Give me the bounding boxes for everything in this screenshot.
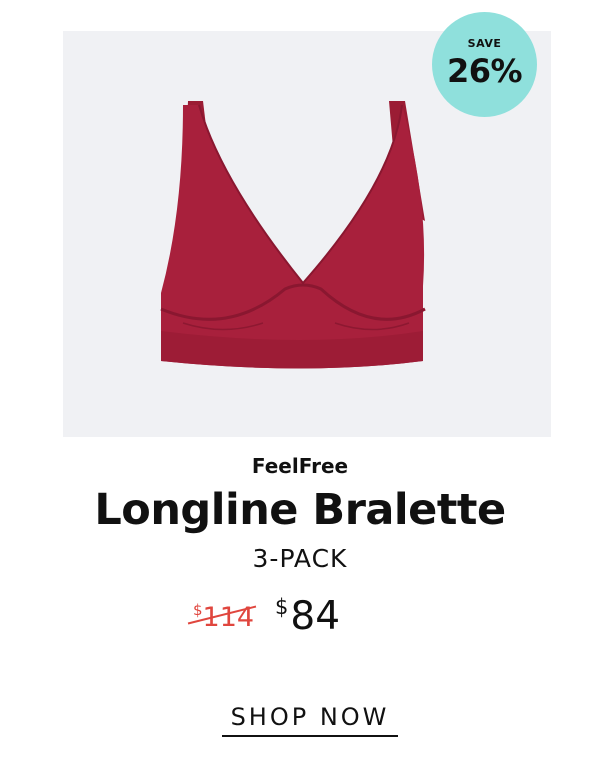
save-badge-value: 26% <box>446 52 523 90</box>
brand-name: FeelFree <box>251 454 349 478</box>
sale-price-value: 84 <box>290 594 341 639</box>
original-price: $114 <box>187 601 257 631</box>
save-badge: SAVE 26% <box>432 12 537 117</box>
pack-label: 3-PACK <box>252 544 348 573</box>
product-title: Longline Bralette <box>94 485 506 535</box>
save-badge-label: SAVE <box>467 37 502 50</box>
shop-now-button[interactable]: SHOP NOW <box>222 703 398 737</box>
original-price-currency: $ <box>193 601 203 619</box>
sale-price: $84 <box>275 594 341 639</box>
sale-price-currency: $ <box>275 595 289 619</box>
